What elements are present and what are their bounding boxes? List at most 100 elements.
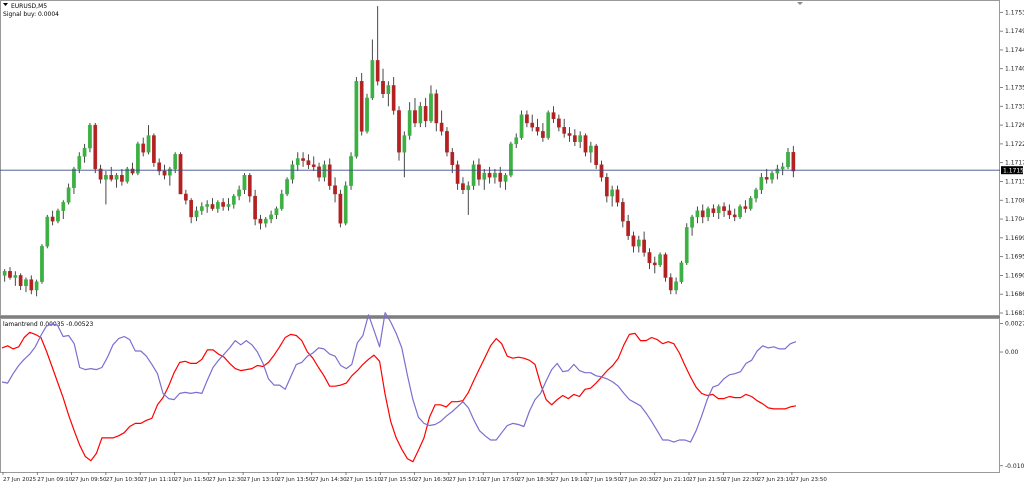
candle — [381, 68, 385, 98]
candle-body-bull — [322, 164, 327, 178]
candle — [770, 171, 774, 184]
candle-body-bull — [578, 135, 583, 142]
price-tick-label: 1.17130 — [1005, 178, 1024, 185]
candle — [50, 210, 55, 226]
candle — [503, 173, 508, 190]
chart-canvas[interactable]: EURUSD,M5 Signal buy: 0.0004 lamantrend … — [0, 0, 1024, 484]
candle — [365, 93, 369, 134]
current-price-label: 1.17157 — [1003, 167, 1024, 174]
candle — [397, 106, 401, 161]
candle-body-bear — [764, 177, 769, 180]
candle-body-bear — [130, 168, 135, 174]
candle-body-bull — [786, 152, 790, 168]
indicator-tick-label: -0.01099 — [1005, 463, 1024, 470]
time-tick-label: 27 Jun 13:50 — [277, 477, 312, 483]
candle-body-bear — [306, 160, 311, 165]
candle-body-bull — [88, 124, 92, 149]
candle — [514, 133, 519, 149]
candle-body-bull — [684, 227, 689, 264]
time-tick-label: 27 Jun 15:10 — [346, 477, 381, 483]
time-tick-label: 27 Jun 21:50 — [689, 477, 724, 483]
candle-body-bear — [541, 131, 545, 138]
candle — [189, 198, 194, 224]
candle — [594, 143, 599, 169]
time-tick-label: 27 Jun 2025 — [3, 477, 37, 483]
candle — [418, 102, 423, 128]
candle — [743, 200, 748, 213]
candle-body-bear — [189, 200, 194, 218]
candle-body-bear — [109, 175, 114, 180]
candle-body-bear — [178, 154, 183, 195]
candle-body-bear — [359, 81, 364, 132]
price-tick-label: 1.17265 — [1005, 122, 1024, 129]
candle-body-bull — [205, 204, 210, 207]
candle-body-bull — [402, 135, 407, 153]
candle — [493, 168, 497, 184]
candle-body-bear — [434, 93, 439, 124]
indicator-tick-label: 0.00276 — [1005, 320, 1024, 327]
candle-body-bull — [125, 168, 130, 182]
price-tick-label: 1.16815 — [1005, 310, 1024, 317]
candle — [56, 208, 60, 224]
candle-body-bear — [642, 239, 646, 253]
candle-body-bull — [194, 210, 199, 218]
candle — [311, 156, 316, 172]
candle — [626, 214, 630, 240]
candle-body-bear — [221, 202, 225, 207]
candle — [162, 164, 167, 180]
symbol-dropdown-icon[interactable] — [3, 3, 8, 6]
candle-body-bear — [183, 193, 188, 201]
price-tick-label: 1.17535 — [1005, 9, 1024, 16]
candle — [748, 196, 753, 211]
candle-body-bear — [567, 133, 572, 136]
candle-body-bull — [770, 172, 774, 180]
candle-body-bull — [343, 185, 348, 224]
candle — [573, 129, 577, 146]
candle-body-bull — [690, 216, 694, 228]
candle — [343, 181, 348, 226]
chart-window: EURUSD,M5 Signal buy: 0.0004 lamantrend … — [0, 0, 1024, 484]
candle-body-bear — [631, 235, 636, 247]
candle-body-bull — [759, 177, 764, 191]
candle-body-bear — [445, 131, 449, 153]
candle-body-bear — [333, 185, 337, 195]
candle — [88, 123, 92, 153]
candle — [45, 214, 50, 249]
candle — [295, 152, 300, 172]
candle-body-bear — [210, 204, 215, 209]
candle-body-bear — [141, 143, 146, 153]
candle — [754, 187, 758, 203]
candle — [423, 97, 428, 128]
candle-body-bear — [8, 271, 12, 278]
candle-body-bull — [519, 114, 524, 138]
candle-body-bear — [477, 164, 481, 180]
price-tick-label: 1.17400 — [1005, 66, 1024, 73]
candle — [487, 166, 492, 184]
candle-body-bull — [114, 175, 119, 180]
price-tick-label: 1.17175 — [1005, 160, 1024, 167]
candle — [461, 177, 465, 194]
candle-body-bull — [2, 271, 7, 276]
price-tick-label: 1.17445 — [1005, 47, 1024, 54]
candle-body-bull — [674, 281, 678, 291]
candle — [226, 198, 231, 211]
candle-body-bear — [50, 216, 55, 222]
candle-body-bear — [327, 164, 332, 186]
candle-body-bull — [748, 197, 753, 209]
candle-body-bear — [162, 170, 167, 176]
candle — [604, 173, 609, 203]
candle-body-bull — [56, 210, 60, 222]
candle — [34, 279, 39, 297]
time-tick-label: 27 Jun 11:50 — [175, 477, 210, 483]
candle — [290, 160, 295, 184]
candle — [764, 168, 769, 184]
candle-body-bear — [317, 166, 321, 178]
candle — [370, 39, 375, 101]
candle-body-bull — [279, 193, 284, 209]
time-tick-label: 27 Jun 17:50 — [483, 477, 518, 483]
candle-body-bear — [93, 124, 98, 170]
candle — [615, 185, 620, 207]
candle-body-bear — [615, 189, 620, 203]
candle — [519, 110, 524, 140]
candle — [780, 162, 785, 176]
